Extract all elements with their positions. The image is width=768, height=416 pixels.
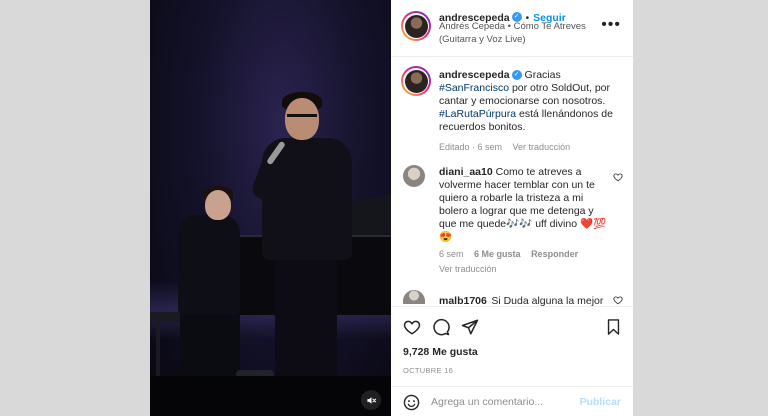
emoji-icon[interactable] (403, 394, 420, 411)
post-header: andrescepeda ✓ • Seguir Andrés Cepeda • Cóm… (391, 0, 633, 57)
heart-icon[interactable] (403, 318, 421, 336)
send-icon[interactable] (461, 318, 479, 336)
caption: andrescepeda ✓ Gracias #SanFrancisco por … (439, 69, 624, 152)
comment: diani_aa10 Como te atreves a volverme ha… (439, 166, 609, 274)
comment-text: 😍 (439, 231, 453, 243)
mute-button[interactable] (361, 390, 381, 410)
caption-avatar[interactable] (401, 66, 431, 96)
audio-attribution-line: Andrés Cepeda • Cómo Te Atreves (439, 21, 586, 32)
comment-input[interactable] (431, 393, 581, 411)
comment-text: Como te atreves a (495, 166, 582, 178)
comment-text: que me quede🎶🎶 uff divino ❤️💯 (439, 218, 607, 230)
stage-floor (150, 376, 391, 416)
action-bar (391, 306, 633, 346)
comment-likes[interactable]: 6 Me gusta (474, 249, 521, 259)
likes-count[interactable]: 9,728 Me gusta (403, 346, 478, 358)
comment-avatar[interactable] (403, 165, 425, 187)
singer-legs (275, 255, 337, 380)
post-side-panel: andrescepeda ✓ • Seguir Andrés Cepeda • Cóm… (391, 0, 633, 416)
singer-glasses (287, 114, 317, 120)
comment-text: quiero a robarle la tristeza a mi (439, 192, 584, 204)
see-translation-link[interactable]: Ver traducción (439, 264, 609, 274)
verified-badge-icon: ✓ (511, 70, 522, 81)
bench-leg (156, 322, 160, 376)
comment-icon[interactable] (432, 318, 450, 336)
comment-text: bolero a lograr que me detenga y (439, 205, 594, 217)
caption-text: cantar y emocionarse con nosotros. (439, 95, 606, 107)
author-avatar[interactable] (401, 11, 431, 41)
audio-attribution[interactable]: Andrés Cepeda • Cómo Te Atreves (Guitarr… (439, 21, 586, 46)
reply-button[interactable]: Responder (531, 249, 578, 259)
caption-text: por otro SoldOut, por (511, 82, 611, 94)
hashtag-link[interactable]: #SanFrancisco (439, 82, 509, 94)
caption-text: recuerdos bonitos. (439, 121, 526, 133)
volume-muted-icon (366, 396, 376, 404)
post-media-video[interactable] (150, 0, 391, 416)
caption-text: Gracias (524, 69, 561, 81)
more-horizontal-icon: ••• (601, 16, 621, 33)
pianist-body (178, 215, 240, 315)
caption-username[interactable]: andrescepeda (439, 69, 510, 81)
post-date: OCTUBRE 16 (403, 366, 454, 375)
more-options-button[interactable]: ••• (601, 16, 621, 34)
comment-like-heart-icon[interactable] (613, 295, 623, 305)
comment-like-heart-icon[interactable] (613, 172, 623, 182)
comment-username[interactable]: diani_aa10 (439, 166, 493, 178)
comment-text: volverme hacer temblar con un te (439, 179, 595, 191)
comment-time: 6 sem (439, 249, 464, 259)
bookmark-icon[interactable] (605, 318, 622, 336)
audio-attribution-line: (Guitarra y Voz Live) (439, 33, 526, 45)
comment-avatar[interactable] (403, 290, 425, 304)
pianist-head (205, 190, 231, 220)
hashtag-link[interactable]: #LaRutaPúrpura (439, 108, 516, 120)
caption-text: está llenándonos de (518, 108, 613, 120)
post-comment-button[interactable]: Publicar (580, 396, 621, 408)
add-comment-bar: Publicar (391, 386, 633, 416)
see-translation-link[interactable]: Ver traducción (513, 142, 571, 152)
caption-edited-time: Editado · 6 sem (439, 142, 503, 152)
